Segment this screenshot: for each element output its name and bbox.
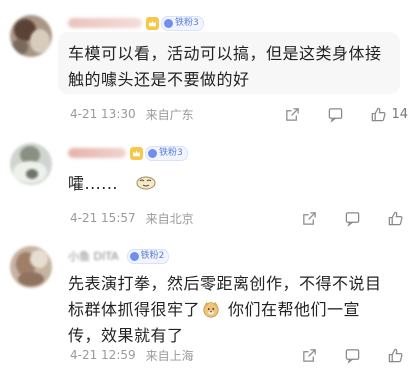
comment-actions: 14 (258, 104, 408, 124)
comment-location: 来自广东 (145, 107, 194, 122)
share-icon (286, 107, 300, 121)
crown-icon (146, 16, 159, 30)
username[interactable] (68, 18, 142, 28)
like-count: 14 (391, 106, 408, 122)
comment-icon (345, 211, 360, 227)
smirk-emoji-icon (136, 176, 156, 190)
comment-actions (275, 208, 408, 228)
fan-level-label: 铁粉2 (140, 250, 165, 261)
thumbs-up-icon (388, 348, 403, 362)
fan-level-label: 铁粉3 (175, 17, 199, 28)
crown-icon (130, 146, 143, 160)
share-icon (303, 211, 316, 225)
comment-button[interactable] (327, 106, 344, 123)
comment-icon (329, 107, 343, 123)
comment-actions (275, 345, 408, 365)
like-button[interactable] (387, 347, 408, 364)
comment-date: 4-21 13:30 (70, 107, 136, 121)
share-button[interactable] (301, 210, 318, 227)
comment-icon (345, 348, 360, 364)
like-button[interactable]: 14 (370, 106, 408, 123)
comment-date: 4-21 15:57 (70, 211, 136, 225)
fan-level-label: 铁粉3 (159, 147, 183, 158)
thumbs-up-icon (388, 211, 403, 225)
comment-text-content: 嚯...... (68, 174, 119, 193)
comment-text: 车模可以看，活动可以搞，但是这类身体接触的噱头还是不要做的好 (58, 32, 400, 94)
fan-heart-icon (129, 251, 139, 261)
fan-heart-icon (148, 148, 157, 158)
like-button[interactable] (387, 210, 408, 227)
thumbs-up-icon (372, 107, 386, 121)
share-icon (303, 348, 316, 362)
fan-level-badge[interactable]: 铁粉3 (145, 145, 188, 161)
doge-emoji-icon (203, 301, 219, 318)
comment-location: 来自上海 (145, 348, 194, 363)
comment-button[interactable] (344, 347, 361, 364)
comment-date: 4-21 12:59 (70, 348, 136, 362)
username[interactable] (68, 148, 126, 158)
comment-button[interactable] (344, 210, 361, 227)
comment-location: 来自北京 (145, 211, 194, 226)
share-button[interactable] (301, 347, 318, 364)
share-button[interactable] (284, 106, 301, 123)
comment-text-content: 车模可以看，活动可以搞，但是这类身体接触的噱头还是不要做的好 (68, 44, 382, 89)
fan-heart-icon (164, 18, 173, 28)
comment-text: 嚯...... (58, 162, 400, 202)
avatar[interactable] (10, 15, 52, 57)
avatar[interactable] (10, 143, 52, 185)
comment-text: 先表演打拳，然后零距离创作，不得不说目标群体抓得很牢了 你们在帮他们一宣传，效果… (58, 262, 400, 346)
comment-header: 铁粉3 (68, 144, 188, 162)
avatar[interactable] (10, 246, 52, 288)
comment-header: 铁粉3 (68, 14, 204, 32)
fan-level-badge[interactable]: 铁粉3 (161, 15, 204, 31)
